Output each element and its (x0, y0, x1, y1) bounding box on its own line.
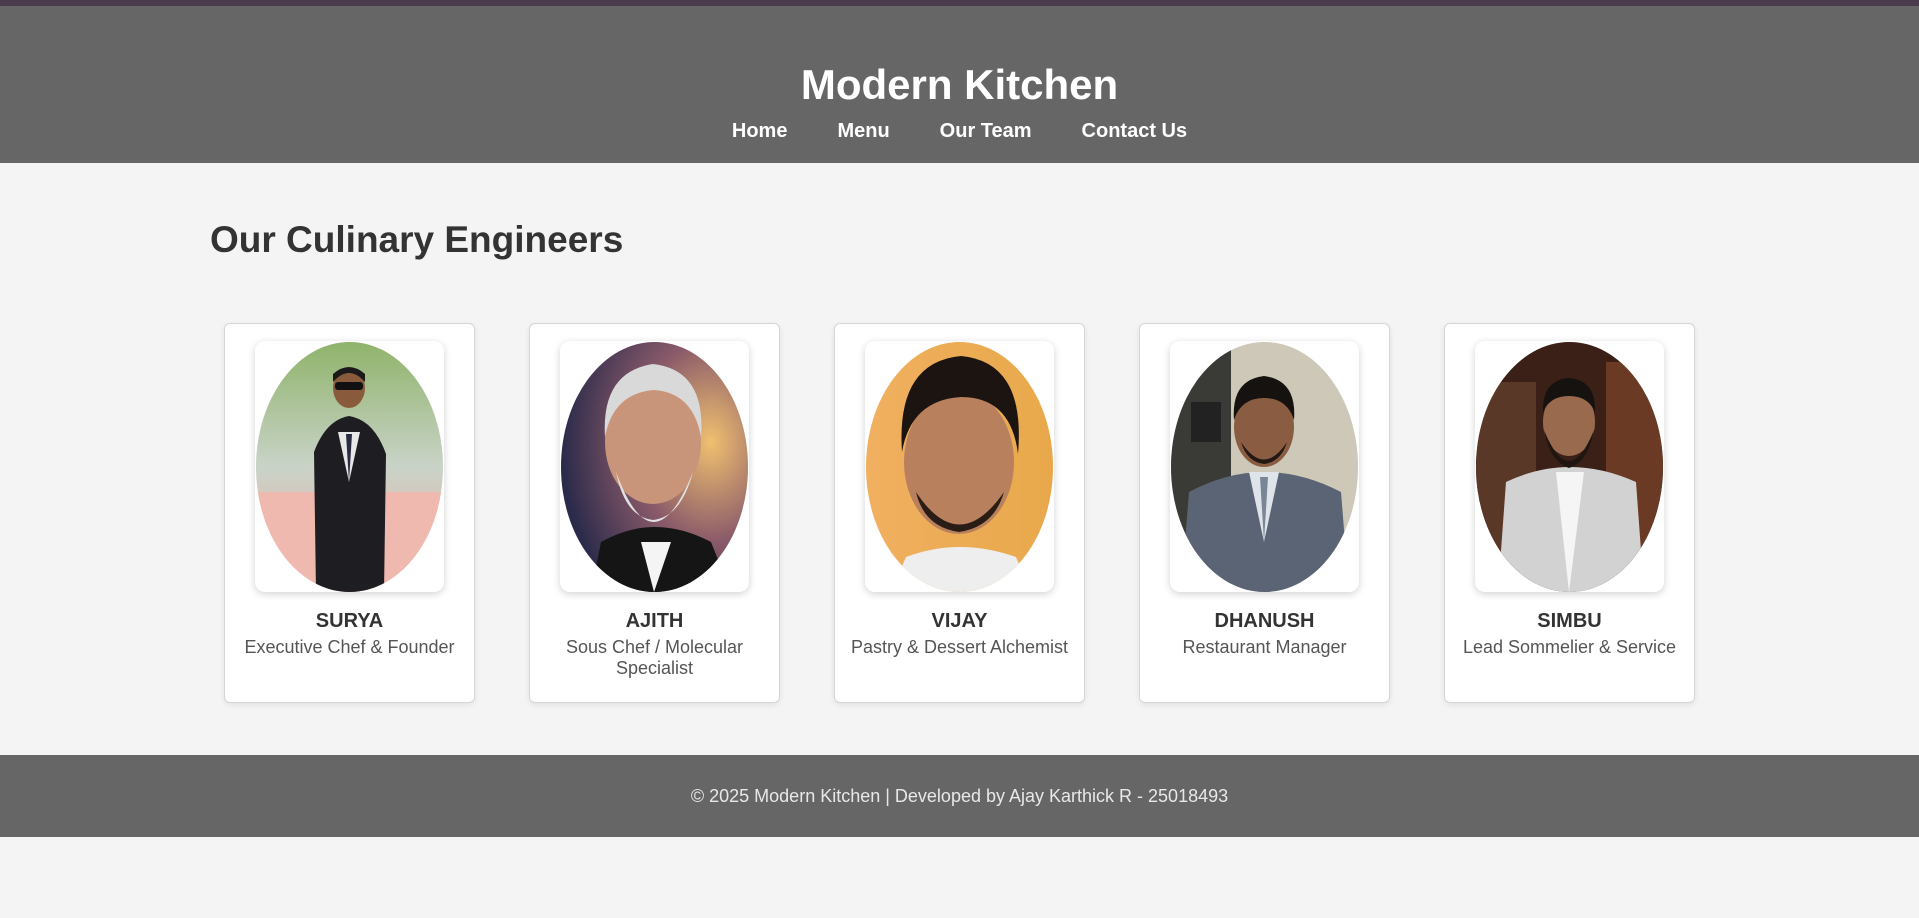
member-photo (1476, 341, 1663, 592)
main-nav: Home Menu Our Team Contact Us (732, 120, 1187, 143)
member-photo (561, 341, 748, 592)
team-card: AJITH Sous Chef / Molecular Specialist (529, 323, 780, 703)
site-title: Modern Kitchen (800, 61, 1119, 108)
nav-contact-us-link[interactable]: Contact Us (1082, 120, 1188, 143)
team-card: SIMBU Lead Sommelier & Service (1444, 323, 1695, 703)
member-photo (256, 341, 443, 592)
nav-menu-link[interactable]: Menu (837, 120, 889, 143)
member-name: AJITH (625, 610, 684, 632)
site-footer: © 2025 Modern Kitchen | Developed by Aja… (0, 755, 1919, 837)
member-name: DHANUSH (1214, 610, 1315, 632)
member-role: Pastry & Dessert Alchemist (850, 637, 1069, 657)
team-card: SURYA Executive Chef & Founder (224, 323, 475, 703)
member-name: VIJAY (931, 610, 988, 632)
member-photo-frame (865, 341, 1054, 592)
section-title: Our Culinary Engineers (210, 219, 624, 260)
footer-text: © 2025 Modern Kitchen | Developed by Aja… (690, 785, 1229, 806)
member-photo (1171, 341, 1358, 592)
member-photo-frame (560, 341, 749, 592)
member-name: SIMBU (1537, 610, 1602, 632)
member-role: Lead Sommelier & Service (1462, 637, 1677, 657)
nav-home-link[interactable]: Home (732, 120, 788, 143)
member-role: Restaurant Manager (1182, 637, 1347, 657)
member-photo-frame (1170, 341, 1359, 592)
member-role: Executive Chef & Founder (244, 637, 455, 657)
nav-our-team-link[interactable]: Our Team (940, 120, 1032, 143)
team-grid: SURYA Executive Chef & Founder AJITH Sou… (224, 323, 1695, 703)
team-card: DHANUSH Restaurant Manager (1139, 323, 1390, 703)
member-photo-frame (255, 341, 444, 592)
member-role: Sous Chef / Molecular Specialist (565, 637, 744, 678)
member-name: SURYA (315, 610, 384, 632)
team-card: VIJAY Pastry & Dessert Alchemist (834, 323, 1085, 703)
site-header: Modern Kitchen Home Menu Our Team Contac… (0, 6, 1919, 163)
main-content: Our Culinary Engineers SURYA Executive C… (0, 163, 1919, 755)
member-photo-frame (1475, 341, 1664, 592)
member-photo (866, 341, 1053, 592)
